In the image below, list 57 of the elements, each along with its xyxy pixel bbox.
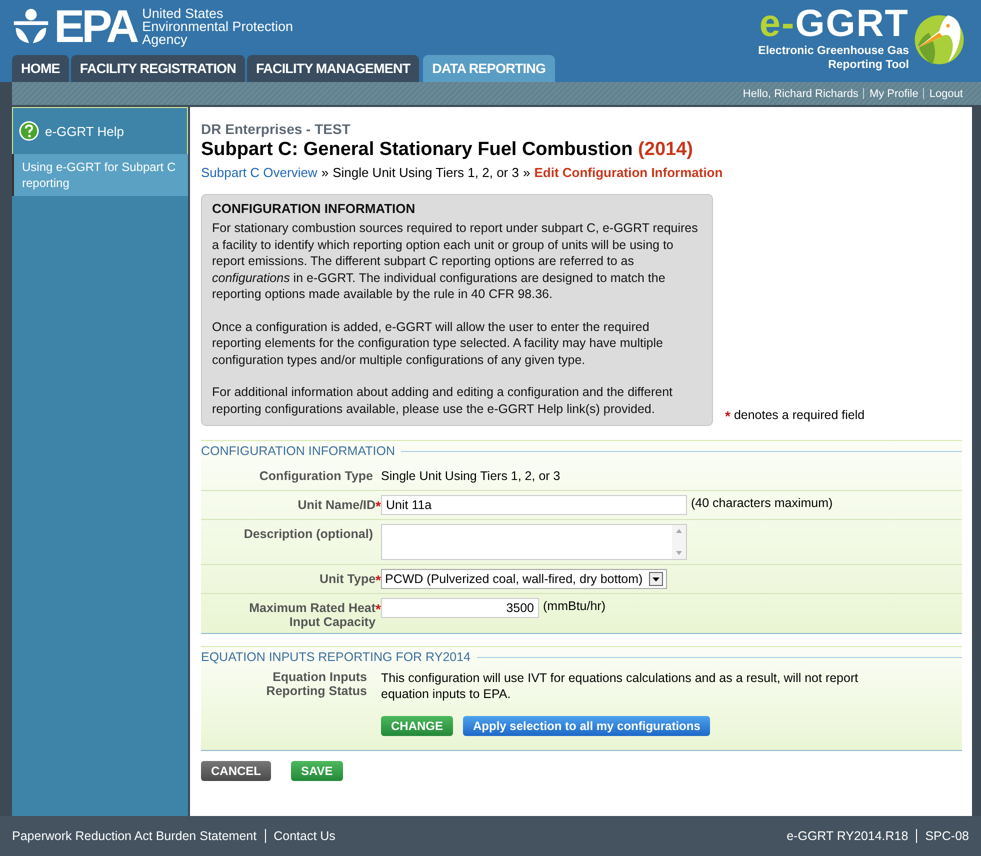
nav-tab[interactable]: HOME [12,55,69,82]
breadcrumb-item: Single Unit Using Tiers 1, 2, or 3 [332,165,519,180]
field-label: Unit Type [320,572,376,586]
field-label: Equation Inputs Reporting Status [265,670,367,698]
nav-tab[interactable]: FACILITY MANAGEMENT [247,55,420,82]
breadcrumb-current: Edit Configuration Information [534,165,723,180]
tool-subtitle-line: Electronic Greenhouse Gas [758,44,909,58]
footer-text: e-GGRT RY2014.R18 [786,829,908,843]
footer-text: SPC-08 [925,829,969,843]
footer-link[interactable]: Paperwork Reduction Act Burden Statement [12,829,257,843]
field-value: Single Unit Using Tiers 1, 2, or 3 [381,469,560,483]
action-button[interactable]: SAVE [291,761,343,781]
section-title: EQUATION INPUTS REPORTING FOR RY2014 [201,650,471,664]
breadcrumb-link[interactable]: Subpart C Overview [201,165,318,180]
status-text: This configuration will use IVT for equations calculations and as a result, will not report equation inputs to EPA. [381,670,860,702]
breadcrumb-separator: » [321,165,329,180]
number-input[interactable]: 3500 [381,598,539,618]
action-button[interactable]: Apply selection to all my configurations [463,716,710,736]
info-heading: CONFIGURATION INFORMATION [212,201,416,216]
required-asterisk: * [376,572,381,588]
dropdown[interactable]: PCWD (Pulverized coal, wall-fired, dry bottom) [381,569,667,589]
info-paragraph: For stationary combustion sources required to report under subpart C, e-GGRT requires a facility to identify which reporting option each unit or group of units will be using to report emissions. The different subpart C reporting options are referred to as configurations in e-GGRT. The individual configurations are designed to match the reporting options made available by the rule in 40 CFR 98.36. [212,220,699,302]
required-asterisk: * [376,498,381,514]
user-link[interactable]: Hello, Richard Richards [742,88,858,100]
text-area[interactable] [381,524,687,560]
epa-logo: EPA [54,6,136,46]
text-input[interactable]: Unit 11a [381,495,687,515]
agency-name-line: Agency [142,32,188,46]
user-link[interactable]: My Profile [869,88,918,100]
info-paragraph: Once a configuration is added, e-GGRT will allow the user to enter the required reporting elements for the configuration type selected. A facility may have multiple configuration types and/or multiple configurations of any given type. [212,318,664,368]
facility-name: DR Enterprises - TEST [201,121,352,137]
page-title: Subpart C: General Stationary Fuel Combustion (2014) [201,139,694,161]
agency-name-line: United States [142,6,224,20]
section-title: CONFIGURATION INFORMATION [201,444,395,458]
tool-logo: e-GGRT [759,4,909,44]
nav-tab[interactable]: FACILITY REGISTRATION [70,55,246,82]
epa-flower-icon [12,7,50,45]
field-hint: (40 characters maximum) [691,495,833,510]
field-hint: (mmBtu/hr) [543,598,606,613]
breadcrumb-separator: » [522,165,530,180]
help-icon [19,121,39,141]
field-label: Unit Name/ID [298,498,376,512]
footer-link[interactable]: Contact Us [274,829,336,843]
required-asterisk: * [376,601,381,617]
tool-subtitle-line: Reporting Tool [828,58,909,72]
field-label: Configuration Type [259,469,373,483]
action-button[interactable]: CHANGE [381,716,454,736]
required-note: denotes a required field [734,408,865,422]
agency-name-line: Environmental Protection [142,20,293,32]
required-asterisk: * [725,408,730,424]
field-label: Description (optional) [244,527,373,541]
field-label: Maximum Rated Heat Input Capacity [248,601,376,629]
user-link[interactable]: Logout [929,88,963,100]
help-title: e-GGRT Help [45,124,124,138]
scrollbar[interactable] [672,525,686,559]
info-paragraph: For additional information about adding and editing a configuration and the different reporting configurations available, please use the e-GGRT Help link(s) provided. [212,384,674,417]
action-button[interactable]: CANCEL [201,761,271,781]
